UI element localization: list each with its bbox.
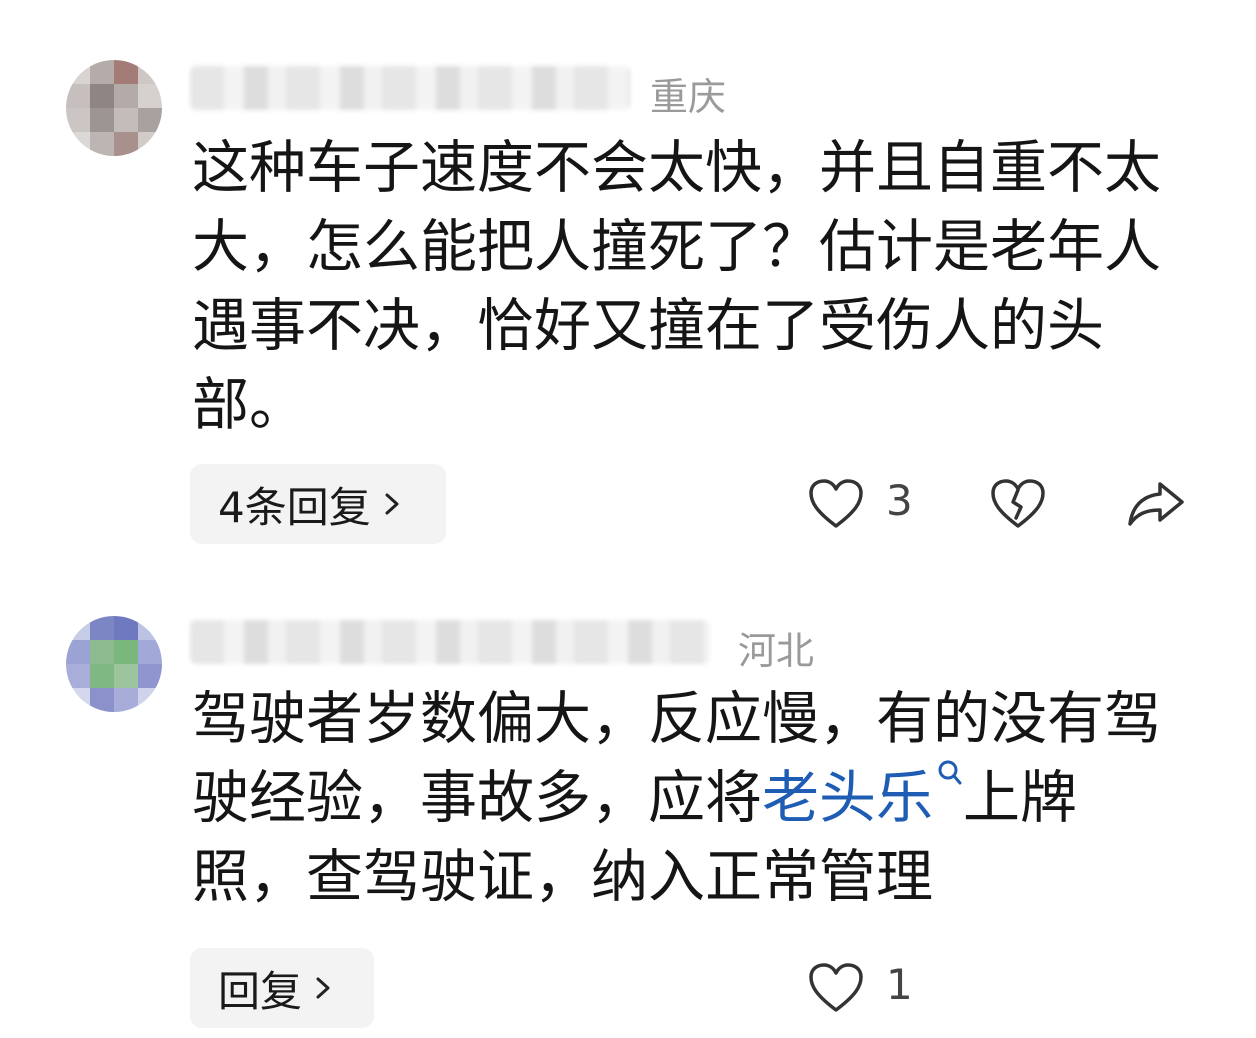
dislike-icon[interactable]: [990, 478, 1046, 530]
chevron-right-icon: [385, 493, 399, 515]
reply-button-label: 回复: [218, 966, 303, 1016]
avatar[interactable]: [66, 616, 162, 712]
chevron-right-icon: [316, 977, 330, 999]
avatar[interactable]: [66, 60, 162, 156]
comment-item: 河北 驾驶者岁数偏大，反应慢，有的没有驾驶经验，事故多，应将老头乐 上牌照，查驾驶…: [0, 580, 1256, 1038]
search-icon[interactable]: [937, 759, 963, 787]
comment-text: 这种车子速度不会太快，并且自重不太大，怎么能把人撞死了？估计是老年人遇事不决，恰…: [192, 135, 1161, 438]
search-link[interactable]: 老头乐: [762, 765, 933, 831]
comment-text: 驾驶者岁数偏大，反应慢，有的没有驾驶经验，事故多，应将老头乐 上牌照，查驾驶证，纳…: [192, 680, 1162, 917]
like-count: 1: [886, 960, 913, 1009]
share-icon[interactable]: [1126, 478, 1186, 530]
reply-button-label: 4条回复: [218, 482, 371, 532]
username-blurred[interactable]: [190, 66, 630, 110]
location-label: 河北: [738, 629, 815, 673]
like-icon[interactable]: [808, 962, 864, 1014]
view-replies-button[interactable]: 4条回复: [190, 464, 446, 544]
location-label: 重庆: [650, 75, 727, 119]
comment-item: 重庆 这种车子速度不会太快，并且自重不太大，怎么能把人撞死了？估计是老年人遇事不…: [0, 0, 1256, 560]
like-icon[interactable]: [808, 478, 864, 530]
reply-button[interactable]: 回复: [190, 948, 374, 1028]
username-blurred[interactable]: [190, 620, 710, 664]
like-count: 3: [886, 476, 913, 525]
